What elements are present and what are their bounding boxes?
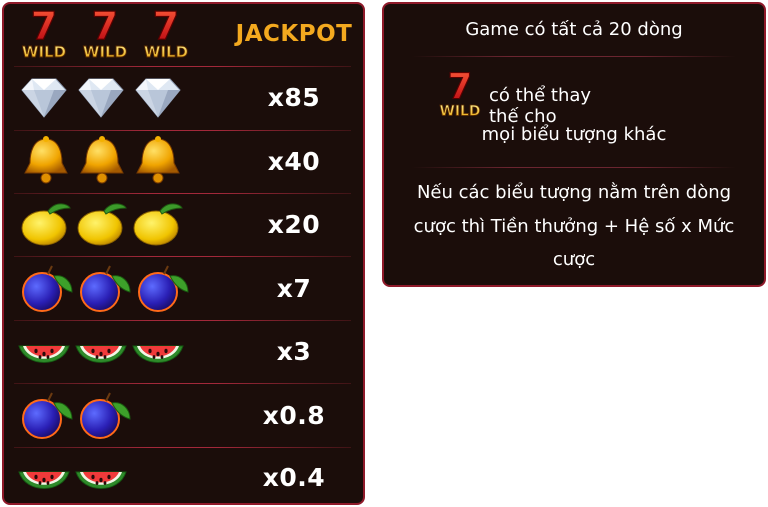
lemon-icon <box>18 196 74 252</box>
paytable-row-watermelon: x3 <box>4 320 363 384</box>
paytable-row-plum: x7 <box>4 256 363 321</box>
svg-text:7: 7 <box>92 7 118 48</box>
payout-value: x0.8 <box>262 401 326 430</box>
svg-text:WILD: WILD <box>144 43 188 61</box>
bell-icon <box>18 133 74 189</box>
lemon-icon <box>74 196 130 252</box>
payout-value: x3 <box>276 337 312 366</box>
wild-info-line-2: mọi biểu tượng khác <box>481 124 667 145</box>
bell-icon <box>130 133 186 189</box>
svg-text:7: 7 <box>153 7 179 48</box>
plum-icon <box>76 387 132 443</box>
payout-value: x7 <box>276 274 312 303</box>
payout-jackpot: JACKPOT <box>235 21 353 47</box>
paytable-row-bell: x40 <box>4 130 363 194</box>
watermelon-icon <box>16 324 72 380</box>
lemon-icon <box>130 196 186 252</box>
info-panel: Game có tất cả 20 dòng 7 WILD có thể tha… <box>382 2 766 287</box>
paytable-panel: 7 WILD 7 WILD 7 WILD JACKPOT x85 x40 x20… <box>2 2 365 505</box>
wild-info-line-1: có thể thay thế cho <box>489 85 592 127</box>
paytable-row-lemon: x20 <box>4 193 363 257</box>
plum-icon <box>18 260 74 316</box>
payout-value: x40 <box>267 147 321 176</box>
diamond-icon <box>16 70 72 126</box>
payout-rule-line-3: cược <box>552 249 596 270</box>
paytable-row-wild: 7 WILD 7 WILD 7 WILD JACKPOT <box>4 4 363 67</box>
lines-info: Game có tất cả 20 dòng <box>465 19 683 40</box>
payout-value: x20 <box>267 210 321 239</box>
svg-text:WILD: WILD <box>440 103 481 119</box>
paytable-row-diamond: x85 <box>4 66 363 131</box>
bell-icon <box>74 133 130 189</box>
svg-text:7: 7 <box>31 7 57 48</box>
payout-rule-line-1: Nếu các biểu tượng nằm trên dòng <box>416 182 732 203</box>
diamond-icon <box>130 70 186 126</box>
payout-value: x85 <box>267 83 321 112</box>
wild-seven-icon: 7 WILD <box>16 7 72 63</box>
payout-rule-line-2: cược thì Tiền thưởng + Hệ số x Mức <box>413 216 735 237</box>
watermelon-icon <box>73 324 129 380</box>
wild-seven-icon: 7 WILD <box>434 68 486 122</box>
svg-text:7: 7 <box>448 68 473 108</box>
svg-text:WILD: WILD <box>83 43 127 61</box>
wild-seven-icon: 7 WILD <box>77 7 133 63</box>
plum-icon <box>134 260 190 316</box>
plum-icon <box>18 387 74 443</box>
diamond-icon <box>73 70 129 126</box>
plum-icon <box>76 260 132 316</box>
payout-value: x0.4 <box>262 463 326 492</box>
watermelon-icon <box>16 450 72 503</box>
wild-seven-icon: 7 WILD <box>138 7 194 63</box>
paytable-row-watermelon-two: x0.4 <box>4 447 363 503</box>
watermelon-icon <box>130 324 186 380</box>
paytable-row-plum-two: x0.8 <box>4 383 363 448</box>
watermelon-icon <box>73 450 129 503</box>
svg-text:WILD: WILD <box>22 43 66 61</box>
